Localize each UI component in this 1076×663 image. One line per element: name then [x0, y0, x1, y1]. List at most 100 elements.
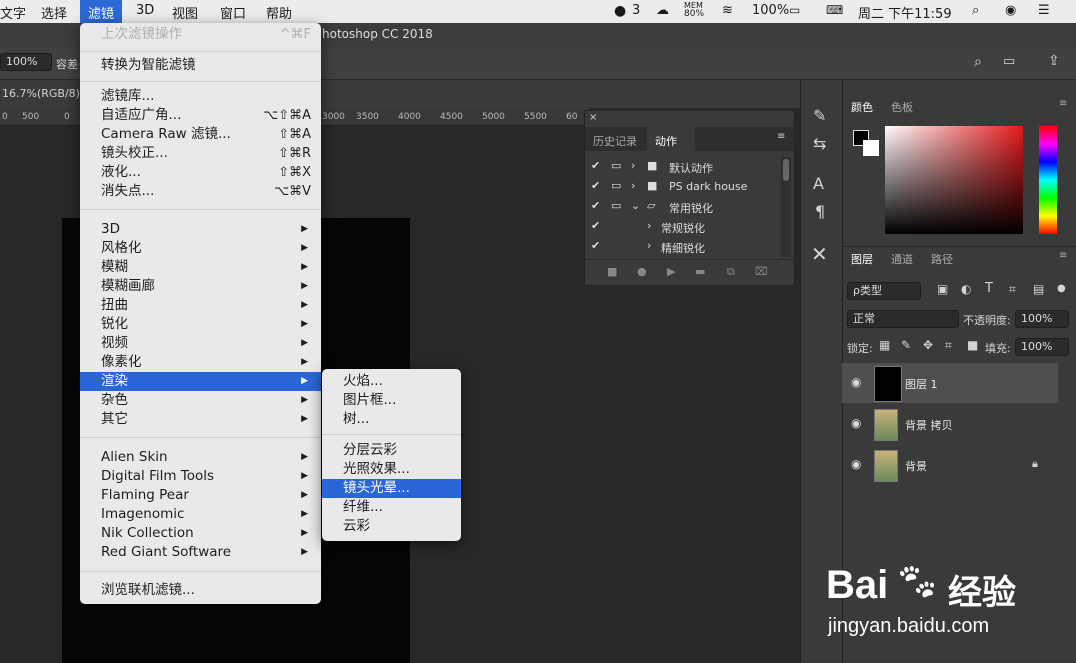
- filter-smart-icon[interactable]: ▤: [1033, 282, 1044, 296]
- submenu-item[interactable]: 其它 ▶: [80, 410, 321, 429]
- lock-artboard-icon[interactable]: ⌗: [945, 338, 952, 353]
- eye-icon[interactable]: ◉: [851, 375, 861, 389]
- submenu-item[interactable]: 像素化 ▶: [80, 353, 321, 372]
- panel-menu-icon[interactable]: ≡: [777, 131, 785, 142]
- chevron-right-icon[interactable]: ›: [647, 219, 651, 232]
- adjust-icon[interactable]: ⇆: [813, 134, 826, 153]
- action-set-row[interactable]: ✔ ▭ › ■ 默认动作: [585, 157, 781, 177]
- eye-icon[interactable]: ◉: [851, 457, 861, 471]
- tab-paths[interactable]: 路径: [931, 251, 953, 267]
- tab-actions[interactable]: 动作: [655, 133, 677, 149]
- menu-type[interactable]: 文字: [0, 3, 26, 22]
- check-icon[interactable]: ✔: [591, 179, 600, 192]
- scrollbar[interactable]: [781, 157, 791, 257]
- spotlight-icon[interactable]: ⌕: [972, 3, 979, 18]
- blend-mode-select[interactable]: 正常: [847, 310, 959, 328]
- stop-icon[interactable]: ■: [607, 265, 617, 278]
- hue-slider[interactable]: [1039, 126, 1057, 234]
- filter-shape-icon[interactable]: ⌗: [1009, 282, 1016, 297]
- character-icon[interactable]: A: [813, 174, 824, 193]
- background-color[interactable]: [863, 140, 879, 156]
- submenu-item[interactable]: 扭曲 ▶: [80, 296, 321, 315]
- submenu-item[interactable]: 锐化 ▶: [80, 315, 321, 334]
- check-icon[interactable]: ✔: [591, 159, 600, 172]
- chevron-right-icon[interactable]: ›: [631, 179, 635, 192]
- menu-item[interactable]: 图片框...: [322, 391, 461, 410]
- brush-preset-icon[interactable]: ✎: [813, 106, 826, 125]
- tab-history[interactable]: 历史记录: [593, 133, 637, 149]
- layer-filter-select[interactable]: ρ类型: [847, 282, 921, 300]
- menu-item[interactable]: 火焰...: [322, 372, 461, 391]
- tools-icon[interactable]: ✕: [811, 242, 828, 266]
- menu-3d[interactable]: 3D: [136, 3, 154, 18]
- chevron-right-icon[interactable]: ›: [647, 239, 651, 252]
- lock-move-icon[interactable]: ✥: [923, 338, 933, 352]
- submenu-item[interactable]: 风格化 ▶: [80, 239, 321, 258]
- menu-item[interactable]: 滤镜库...: [80, 87, 321, 106]
- dialog-toggle-icon[interactable]: ▭: [611, 159, 621, 172]
- zoom-select[interactable]: 100%: [0, 53, 52, 71]
- search-icon[interactable]: ⌕: [974, 54, 982, 70]
- notification-center-icon[interactable]: ☰: [1038, 3, 1050, 18]
- eye-icon[interactable]: ◉: [851, 416, 861, 430]
- tab-swatches[interactable]: 色板: [891, 99, 913, 115]
- dialog-toggle-icon[interactable]: ▭: [611, 179, 621, 192]
- menu-item[interactable]: 纤维...: [322, 498, 461, 517]
- action-set-row[interactable]: ✔ ▭ › ■ PS dark house: [585, 177, 781, 197]
- menu-item-lens-flare[interactable]: 镜头光晕...: [322, 479, 461, 498]
- submenu-item[interactable]: Alien Skin ▶: [80, 448, 321, 467]
- check-icon[interactable]: ✔: [591, 239, 600, 252]
- chevron-right-icon[interactable]: ›: [631, 159, 635, 172]
- menu-select[interactable]: 选择: [41, 3, 67, 22]
- cloud-icon[interactable]: ☁: [656, 3, 669, 18]
- lock-all-icon[interactable]: ■: [967, 338, 978, 352]
- new-set-icon[interactable]: ▬: [695, 265, 705, 278]
- menu-item[interactable]: 树...: [322, 410, 461, 429]
- action-row[interactable]: ✔ › 常规锐化: [585, 217, 781, 237]
- submenu-item[interactable]: Red Giant Software ▶: [80, 543, 321, 562]
- layer-row[interactable]: ◉ 背景 拷贝: [842, 404, 1058, 444]
- tab-color[interactable]: 颜色: [851, 99, 873, 115]
- filter-adjust-icon[interactable]: ◐: [961, 282, 971, 296]
- input-method-icon[interactable]: ⌨: [826, 3, 843, 17]
- submenu-item[interactable]: Digital Film Tools ▶: [80, 467, 321, 486]
- layer-name[interactable]: 背景 拷贝: [905, 417, 953, 433]
- trash-icon[interactable]: ⌧: [755, 265, 768, 278]
- menu-item[interactable]: 消失点... ⌥⌘V: [80, 182, 321, 201]
- menu-item[interactable]: 液化... ⇧⌘X: [80, 163, 321, 182]
- menu-item[interactable]: 光照效果...: [322, 460, 461, 479]
- tab-layers[interactable]: 图层: [851, 251, 873, 267]
- scrollbar-thumb[interactable]: [783, 159, 789, 181]
- tab-channels[interactable]: 通道: [891, 251, 913, 267]
- opacity-input[interactable]: 100%: [1015, 310, 1069, 328]
- layer-name[interactable]: 背景: [905, 458, 927, 474]
- menu-item-smart-filter[interactable]: 转换为智能滤镜: [80, 56, 321, 75]
- submenu-item[interactable]: Flaming Pear ▶: [80, 486, 321, 505]
- panel-menu-icon[interactable]: ≡: [1059, 250, 1067, 261]
- menu-item[interactable]: 云彩: [322, 517, 461, 536]
- menu-item[interactable]: 自适应广角... ⌥⇧⌘A: [80, 106, 321, 125]
- play-icon[interactable]: ▶: [667, 265, 675, 278]
- close-panel-icon[interactable]: ×: [589, 112, 597, 123]
- layer-row[interactable]: ◉ 背景 🔒︎: [842, 445, 1058, 485]
- share-icon[interactable]: ⇪: [1048, 53, 1060, 69]
- lock-paint-icon[interactable]: ✎: [901, 338, 911, 352]
- submenu-item-render[interactable]: 渲染 ▶: [80, 372, 321, 391]
- filter-type-icon[interactable]: T: [985, 281, 993, 296]
- menu-item[interactable]: Camera Raw 滤镜... ⇧⌘A: [80, 125, 321, 144]
- wifi-icon[interactable]: ≋: [722, 3, 733, 18]
- siri-icon[interactable]: ◉: [1005, 3, 1016, 18]
- qq-icon[interactable]: ●: [614, 3, 626, 19]
- chevron-down-icon[interactable]: ⌄: [631, 199, 640, 212]
- layer-row[interactable]: ◉ 图层 1: [842, 363, 1058, 403]
- menu-help[interactable]: 帮助: [266, 3, 292, 22]
- datetime[interactable]: 周二 下午11:59: [858, 3, 952, 22]
- menu-filter[interactable]: 滤镜: [80, 0, 123, 23]
- record-icon[interactable]: ●: [637, 265, 647, 278]
- battery-icon[interactable]: ▭: [789, 3, 800, 17]
- paragraph-icon[interactable]: ¶: [815, 202, 825, 221]
- filter-toggle[interactable]: ●: [1057, 283, 1066, 294]
- submenu-item[interactable]: Nik Collection ▶: [80, 524, 321, 543]
- menu-item-browse-online[interactable]: 浏览联机滤镜...: [80, 581, 321, 600]
- action-set-row[interactable]: ✔ ▭ ⌄ ▱ 常用锐化: [585, 197, 781, 217]
